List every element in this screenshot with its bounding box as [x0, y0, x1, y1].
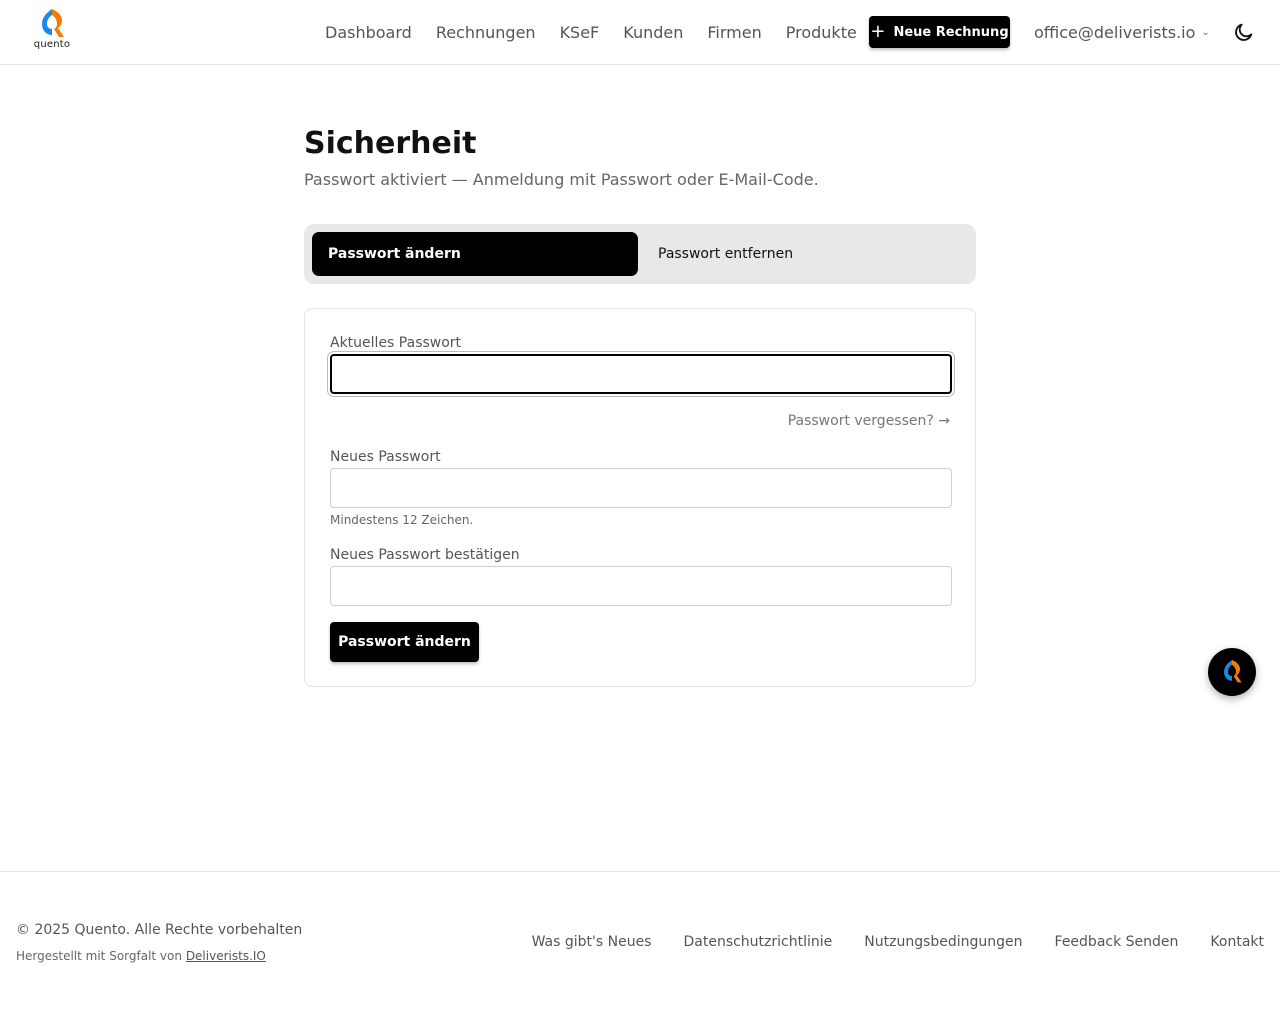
tab-remove-password[interactable]: Passwort entfernen	[658, 232, 793, 276]
change-password-form: Aktuelles Passwort Passwort vergessen? →…	[304, 308, 976, 687]
new-invoice-button[interactable]: + Neue Rechnung	[869, 16, 1010, 48]
forgot-password-link[interactable]: Passwort vergessen? →	[788, 413, 950, 429]
main-nav: Dashboard Rechnungen KSeF Kunden Firmen …	[325, 0, 881, 64]
current-password-label: Aktuelles Passwort	[330, 335, 462, 351]
top-navbar: quento Dashboard Rechnungen KSeF Kunden …	[0, 0, 1280, 65]
moon-icon[interactable]	[1233, 21, 1255, 43]
nav-dashboard[interactable]: Dashboard	[325, 23, 412, 42]
logo-text: quento	[33, 39, 71, 50]
quento-logo[interactable]: quento	[32, 7, 72, 55]
confirm-password-input[interactable]	[330, 566, 952, 606]
quento-logo-icon	[1224, 660, 1242, 683]
footer-links: Was gibt's Neues Datenschutzrichtlinie N…	[500, 934, 1264, 950]
confirm-password-label: Neues Passwort bestätigen	[330, 547, 520, 563]
submit-change-password-button[interactable]: Passwort ändern	[330, 622, 479, 662]
account-email: office@deliverists.io	[1034, 22, 1196, 42]
footer-link-whats-new[interactable]: Was gibt's Neues	[532, 934, 652, 950]
footer-link-terms[interactable]: Nutzungsbedingungen	[864, 934, 1022, 950]
deliverists-link[interactable]: Deliverists.IO	[186, 949, 266, 963]
page-subtitle: Passwort aktiviert — Anmeldung mit Passw…	[304, 170, 819, 189]
page-title: Sicherheit	[304, 126, 477, 161]
new-invoice-label: Neue Rechnung	[893, 24, 1009, 40]
plus-icon: +	[870, 21, 886, 42]
made-by-prefix: Hergestellt mit Sorgfalt von	[16, 949, 182, 963]
nav-rechnungen[interactable]: Rechnungen	[436, 23, 536, 42]
nav-firmen[interactable]: Firmen	[707, 23, 761, 42]
nav-ksef[interactable]: KSeF	[560, 23, 600, 42]
new-password-label: Neues Passwort	[330, 449, 441, 465]
chevron-down-icon: ⌄	[1201, 26, 1210, 38]
new-password-hint: Mindestens 12 Zeichen.	[330, 513, 474, 527]
nav-kunden[interactable]: Kunden	[623, 23, 683, 42]
footer-link-feedback[interactable]: Feedback Senden	[1055, 934, 1179, 950]
assistant-button[interactable]	[1208, 648, 1256, 696]
tab-change-password[interactable]: Passwort ändern	[312, 232, 638, 276]
current-password-input[interactable]	[330, 354, 952, 394]
footer-link-contact[interactable]: Kontakt	[1210, 934, 1264, 950]
new-password-input[interactable]	[330, 468, 952, 508]
account-menu[interactable]: office@deliverists.io ⌄	[1034, 0, 1210, 64]
password-tabs: Passwort ändern Passwort entfernen	[304, 224, 976, 284]
quento-logo-icon	[42, 9, 64, 37]
copyright: © 2025 Quento. Alle Rechte vorbehalten	[16, 922, 303, 938]
footer: © 2025 Quento. Alle Rechte vorbehalten H…	[0, 871, 1280, 1012]
footer-link-privacy[interactable]: Datenschutzrichtlinie	[683, 934, 832, 950]
made-by: Hergestellt mit Sorgfalt von Deliverists…	[16, 949, 266, 963]
nav-produkte[interactable]: Produkte	[786, 23, 857, 42]
